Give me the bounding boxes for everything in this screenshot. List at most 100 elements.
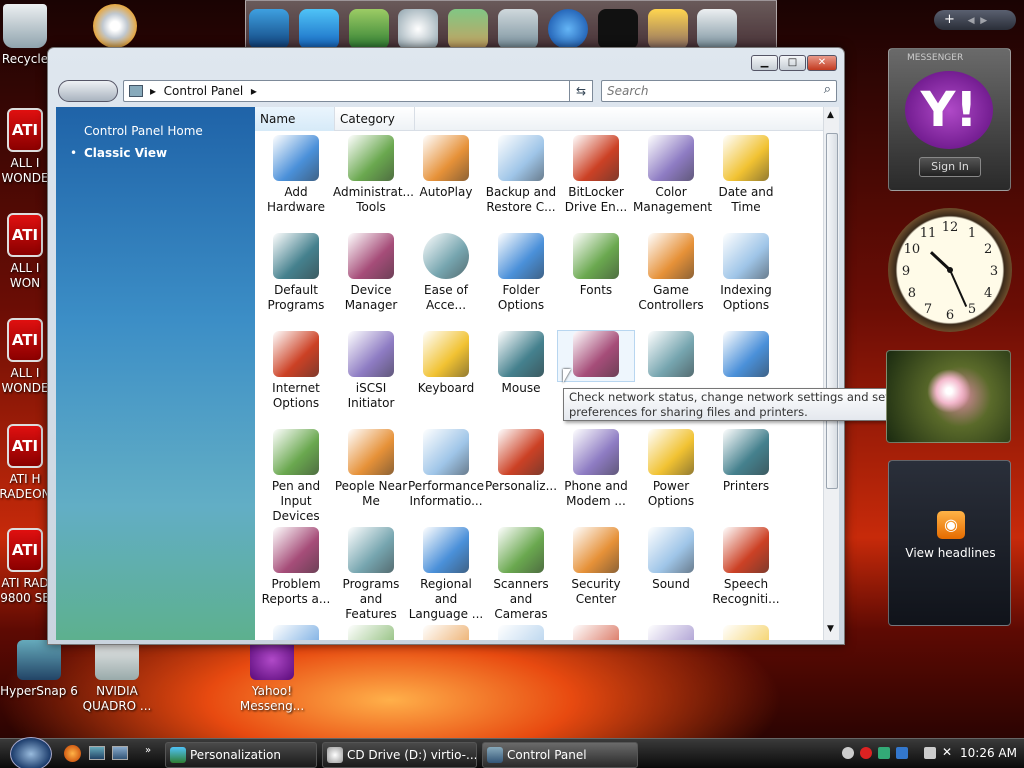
nvidia-quadro-icon — [95, 640, 139, 680]
address-bar[interactable]: ▸ Control Panel ▸ ▼ — [123, 80, 593, 102]
control-panel-item[interactable]: Keyboard — [408, 331, 484, 396]
network-tray-icon[interactable] — [842, 747, 854, 759]
desktop-icon[interactable]: HyperSnap 6 — [0, 640, 78, 699]
column-category[interactable]: Category — [335, 107, 415, 131]
control-panel-item[interactable]: Backup and Restore C... — [483, 135, 559, 215]
control-panel-item[interactable]: Fonts — [558, 233, 634, 298]
start-button[interactable] — [10, 737, 52, 768]
control-panel-item[interactable]: Problem Reports a... — [258, 527, 334, 607]
scroll-up-arrow-icon[interactable]: ▲ — [827, 110, 834, 120]
control-panel-item[interactable]: Device Manager — [333, 233, 409, 313]
breadcrumb[interactable]: ▸ Control Panel ▸ — [150, 84, 257, 98]
search-icon[interactable]: ⌕ — [824, 82, 831, 97]
item-label: Performance Informatio... — [408, 479, 485, 508]
firefox-icon[interactable] — [64, 745, 81, 762]
control-panel-item[interactable]: Administrat... Tools — [333, 135, 414, 215]
control-panel-item[interactable] — [708, 331, 784, 381]
globe-icon[interactable] — [547, 9, 588, 49]
control-panel-item[interactable] — [633, 625, 709, 640]
clock-time[interactable]: 10:26 AM — [960, 746, 1017, 760]
control-panel-item[interactable]: Personaliz... — [483, 429, 559, 494]
control-panel-item[interactable] — [633, 331, 709, 381]
task-personalization[interactable]: Personalization — [165, 742, 317, 768]
control-panel-item[interactable] — [558, 625, 634, 640]
control-panel-item[interactable]: Date and Time — [708, 135, 784, 215]
control-panel-item[interactable]: Internet Options — [258, 331, 334, 411]
control-panel-item[interactable]: Scanners and Cameras — [483, 527, 559, 622]
color-icon — [648, 135, 694, 181]
control-panel-item[interactable]: Performance Informatio... — [408, 429, 484, 509]
sound-icon — [648, 527, 694, 573]
control-panel-item[interactable]: Power Options — [633, 429, 709, 509]
column-name[interactable]: Name — [255, 107, 335, 131]
security-tray-icon[interactable] — [860, 747, 872, 759]
trash-icon[interactable] — [697, 9, 738, 49]
search-input[interactable]: Search ⌕ — [601, 80, 837, 102]
task-control-panel[interactable]: Control Panel — [482, 742, 638, 768]
folder-icon[interactable] — [448, 9, 489, 49]
control-panel-item[interactable] — [333, 625, 409, 640]
desktop-icon[interactable]: Yahoo! Messeng... — [233, 640, 311, 714]
ati-radeon-icon: ATI — [7, 528, 43, 572]
view-headlines-link[interactable]: View headlines — [889, 546, 1012, 560]
ati-radeon-icon: ATI — [7, 424, 43, 468]
control-panel-item[interactable]: Folder Options — [483, 233, 559, 313]
desktop-icon[interactable]: NVIDIA QUADRO ... — [78, 640, 156, 714]
control-panel-item[interactable]: Default Programs — [258, 233, 334, 313]
switch-windows-icon[interactable] — [112, 746, 128, 760]
shirt-icon[interactable] — [597, 9, 638, 49]
volume-mute-icon[interactable]: ✕ — [942, 745, 952, 759]
control-panel-item[interactable] — [708, 625, 784, 640]
control-panel-item[interactable]: Speech Recogniti... — [708, 527, 784, 607]
item-label: Fonts — [579, 283, 613, 297]
disc-shortcut-icon[interactable] — [76, 4, 154, 52]
control-panel-item[interactable] — [408, 625, 484, 640]
control-panel-item[interactable]: Security Center — [558, 527, 634, 607]
update-tray-icon[interactable] — [896, 747, 908, 759]
control-panel-item[interactable]: Color Management — [633, 135, 712, 215]
nav-control-panel-home[interactable]: Control Panel Home — [84, 124, 203, 138]
monitor-icon[interactable] — [249, 9, 289, 49]
control-panel-item[interactable]: Indexing Options — [708, 233, 784, 313]
control-panel-item[interactable]: Pen and Input Devices — [258, 429, 334, 524]
hammer-icon[interactable] — [647, 9, 688, 49]
item-label: Game Controllers — [638, 283, 704, 312]
nav-classic-view[interactable]: Classic View — [84, 146, 167, 160]
control-panel-item[interactable]: Game Controllers — [633, 233, 709, 313]
close-button[interactable]: ✕ — [807, 55, 837, 71]
control-panel-item[interactable]: Mouse — [483, 331, 559, 396]
control-panel-item[interactable]: Regional and Language ... — [408, 527, 484, 622]
back-forward-buttons[interactable] — [58, 80, 118, 102]
scrollbar-thumb[interactable] — [826, 133, 838, 489]
control-panel-item[interactable]: Add Hardware — [258, 135, 334, 215]
tools-icon[interactable] — [498, 9, 539, 49]
shield-tray-icon[interactable] — [878, 747, 890, 759]
disc-icon[interactable] — [398, 9, 439, 49]
vertical-scrollbar[interactable]: ▲ ▼ — [823, 107, 839, 640]
show-desktop-icon[interactable] — [89, 746, 105, 760]
control-panel-item[interactable] — [483, 625, 559, 640]
control-panel-item[interactable]: iSCSI Initiator — [333, 331, 409, 411]
computer-icon[interactable] — [298, 9, 339, 49]
task-cd-drive[interactable]: CD Drive (D:) virtio-... — [322, 742, 477, 768]
maximize-button[interactable]: □ — [779, 55, 806, 71]
scroll-down-arrow-icon[interactable]: ▼ — [827, 624, 834, 634]
control-panel-item[interactable]: Programs and Features — [333, 527, 409, 622]
book-icon[interactable] — [348, 9, 389, 49]
sign-in-button[interactable]: Sign In — [919, 157, 981, 177]
control-panel-item[interactable]: Ease of Acce... — [408, 233, 484, 313]
control-panel-item[interactable] — [258, 625, 334, 640]
sidebar-controls[interactable]: + ◀ ▶ — [934, 10, 1016, 30]
monitors-tray-icon[interactable] — [924, 747, 936, 759]
control-panel-item[interactable]: Phone and Modem ... — [558, 429, 634, 509]
control-panel-item[interactable]: BitLocker Drive En... — [558, 135, 634, 215]
control-panel-item[interactable]: Printers — [708, 429, 784, 494]
refresh-button[interactable]: ⇆ — [569, 80, 593, 102]
minimize-button[interactable]: ▁ — [751, 55, 778, 71]
control-panel-item[interactable]: AutoPlay — [408, 135, 484, 200]
more-chevron-icon[interactable]: » — [145, 745, 151, 756]
control-panel-item[interactable]: People Near Me — [333, 429, 409, 509]
item-label: Mouse — [501, 381, 541, 395]
item-label: Printers — [722, 479, 770, 493]
control-panel-item[interactable]: Sound — [633, 527, 709, 592]
